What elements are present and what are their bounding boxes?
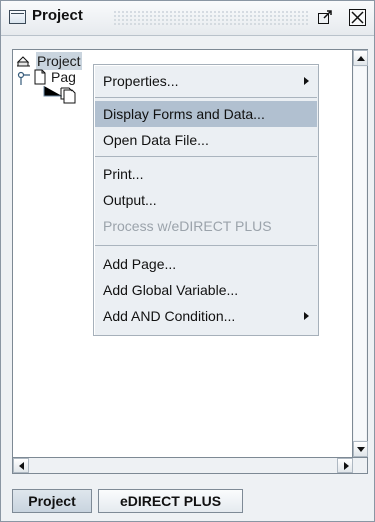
scroll-left-icon	[19, 462, 24, 470]
close-icon[interactable]	[349, 9, 366, 26]
project-icon	[16, 56, 30, 67]
menu-separator	[95, 97, 317, 98]
menu-item-label: Properties...	[103, 73, 179, 89]
menu-item-display-forms-data[interactable]: Display Forms and Data...	[95, 101, 317, 127]
context-menu: Properties... Display Forms and Data... …	[93, 64, 319, 336]
submenu-arrow-icon	[304, 312, 309, 320]
menu-item-process-edirect-plus: Process w/eDIRECT PLUS	[95, 213, 317, 239]
menu-item-add-global-variable[interactable]: Add Global Variable...	[95, 277, 317, 303]
tree-expand-handle-icon[interactable]	[16, 68, 31, 86]
project-window: Project Project Pag Project eDIRECT PLUS…	[0, 0, 375, 522]
menu-item-label: Add AND Condition...	[103, 308, 236, 324]
menu-item-label: Process w/eDIRECT PLUS	[103, 218, 272, 234]
submenu-arrow-icon	[304, 77, 309, 85]
tree-item-forms[interactable]	[43, 86, 83, 106]
window-title: Project	[32, 7, 83, 24]
menu-item-properties[interactable]: Properties...	[95, 68, 317, 94]
window-icon	[9, 10, 26, 24]
tab-project[interactable]: Project	[12, 489, 92, 513]
scroll-up-button[interactable]	[353, 50, 368, 66]
bottom-tabs: Project eDIRECT PLUS	[12, 489, 368, 515]
scroll-down-button[interactable]	[353, 441, 368, 457]
float-window-icon[interactable]	[317, 9, 333, 25]
menu-item-label: Print...	[103, 166, 144, 182]
tree-item-label: Pag	[51, 69, 76, 85]
scroll-right-icon	[344, 462, 349, 470]
menu-separator	[95, 156, 317, 157]
forms-icon	[60, 87, 76, 104]
scroll-up-icon	[357, 56, 365, 61]
titlebar-drag-handle[interactable]	[113, 10, 308, 25]
page-icon	[34, 69, 46, 85]
menu-item-add-page[interactable]: Add Page...	[95, 251, 317, 277]
vertical-scrollbar[interactable]	[353, 49, 368, 458]
menu-item-label: Output...	[103, 192, 157, 208]
vertical-scroll-track[interactable]	[354, 67, 366, 440]
menu-separator	[95, 245, 317, 246]
scroll-left-button[interactable]	[13, 458, 29, 473]
horizontal-scrollbar[interactable]	[12, 458, 353, 474]
menu-item-label: Add Global Variable...	[103, 282, 239, 298]
scroll-down-icon	[357, 447, 365, 452]
menu-item-label: Open Data File...	[103, 132, 209, 148]
menu-item-label: Display Forms and Data...	[103, 106, 265, 122]
tab-edirect-plus[interactable]: eDIRECT PLUS	[98, 489, 243, 513]
menu-item-label: Add Page...	[103, 256, 177, 272]
menu-item-print[interactable]: Print...	[95, 161, 317, 187]
menu-item-output[interactable]: Output...	[95, 187, 317, 213]
window-titlebar[interactable]: Project	[1, 1, 374, 36]
menu-item-open-data-file[interactable]: Open Data File...	[95, 127, 317, 153]
scrollbar-corner	[353, 458, 368, 474]
scroll-right-button[interactable]	[337, 458, 353, 473]
menu-item-add-and-condition[interactable]: Add AND Condition...	[95, 303, 317, 329]
